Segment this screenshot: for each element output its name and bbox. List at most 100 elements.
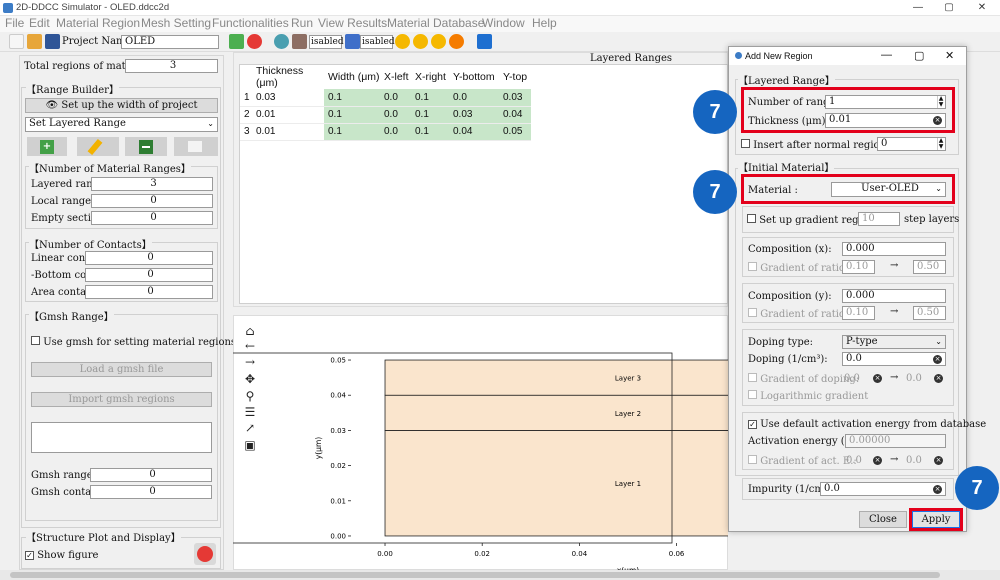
show-figure-row[interactable]: ✓ Show figure [25, 550, 98, 561]
menu-mesh-setting[interactable]: Mesh Setting [141, 16, 211, 31]
cell-y-bottom[interactable]: 0.03 [449, 106, 499, 124]
gradient-doping-to[interactable]: 0.0 [906, 373, 922, 384]
gradient-x-from[interactable]: 0.10 [842, 260, 875, 274]
cell-thickness[interactable]: 0.01 [252, 106, 324, 124]
cell-x-right[interactable]: 0.1 [411, 89, 449, 107]
gradient-x-checkbox[interactable] [748, 262, 757, 271]
add-range-button[interactable]: + [27, 137, 67, 156]
dialog-close-icon[interactable]: ✕ [945, 49, 954, 62]
table-row[interactable]: 3 0.01 0.1 0.0 0.1 0.04 0.05 [240, 123, 531, 141]
gmsh-list[interactable] [31, 422, 212, 453]
menu-run[interactable]: Run [291, 16, 313, 31]
gradient-doping-checkbox[interactable] [748, 373, 757, 382]
save-icon[interactable] [45, 34, 60, 49]
default-activation-checkbox[interactable]: ✓ [748, 420, 757, 429]
cell-x-left[interactable]: 0.0 [380, 89, 411, 107]
edit-range-button[interactable] [77, 137, 119, 156]
cell-width[interactable]: 0.1 [324, 106, 380, 124]
header-y-top[interactable]: Y-top [499, 65, 531, 89]
gradient-act-checkbox[interactable] [748, 455, 757, 464]
menu-view-results[interactable]: View Results [318, 16, 387, 31]
play-icon[interactable] [395, 34, 410, 49]
doping-input[interactable]: 0.0 × [842, 352, 946, 366]
cell-x-right[interactable]: 0.1 [411, 123, 449, 141]
setup-width-button[interactable]: 👁 Set up the width of project [25, 98, 218, 113]
header-thickness[interactable]: Thickness (μm) [252, 65, 324, 89]
minimize-icon[interactable]: — [908, 1, 928, 15]
cell-y-bottom[interactable]: 0.04 [449, 123, 499, 141]
load-gmsh-button[interactable]: Load a gmsh file [31, 362, 212, 377]
columns-icon[interactable] [292, 34, 307, 49]
project-name-input[interactable]: OLED [121, 35, 219, 49]
gradient-act-from[interactable]: 0.0 [846, 455, 862, 466]
menu-file[interactable]: File [5, 16, 24, 31]
blank-range-button[interactable] [174, 137, 218, 156]
clear-icon[interactable]: × [933, 355, 942, 364]
gradient-steps-input[interactable]: 10 [858, 212, 900, 226]
cell-x-left[interactable]: 0.0 [380, 123, 411, 141]
doping-type-select[interactable]: P-type ⌄ [842, 335, 946, 349]
gradient-x-to[interactable]: 0.50 [913, 260, 946, 274]
header-x-right[interactable]: X-right [411, 65, 449, 89]
default-activation-row[interactable]: ✓ Use default activation energy from dat… [748, 419, 986, 430]
table-row[interactable]: 1 0.03 0.1 0.0 0.1 0.0 0.03 [240, 89, 531, 107]
reload-icon[interactable] [247, 34, 262, 49]
run-step-icon[interactable] [431, 34, 446, 49]
cell-width[interactable]: 0.1 [324, 123, 380, 141]
menu-window[interactable]: Window [482, 16, 525, 31]
close-window-icon[interactable]: ✕ [972, 1, 992, 15]
gradient-y-from[interactable]: 0.10 [842, 306, 875, 320]
header-x-left[interactable]: X-left [380, 65, 411, 89]
log-gradient-checkbox[interactable] [748, 390, 757, 399]
list-icon[interactable] [345, 34, 360, 49]
gradient-doping-row[interactable]: Gradient of doping: [748, 373, 859, 385]
disabled-field-2[interactable]: isabled [360, 35, 395, 49]
delete-range-button[interactable] [125, 137, 167, 156]
new-file-icon[interactable] [9, 34, 24, 49]
close-button[interactable]: Close [859, 511, 907, 528]
cell-width[interactable]: 0.1 [324, 89, 380, 107]
composition-x-input[interactable]: 0.000 [842, 242, 946, 256]
menu-material-region[interactable]: Material Region [56, 16, 140, 31]
menu-functionalities[interactable]: Functionalities [212, 16, 289, 31]
scrollbar-thumb[interactable] [10, 572, 940, 578]
gradient-act-row[interactable]: Gradient of act. E.: [748, 455, 857, 467]
set-layered-select[interactable]: Set Layered Range ⌄ [25, 117, 218, 132]
cell-y-top[interactable]: 0.04 [499, 106, 531, 124]
cell-y-bottom[interactable]: 0.0 [449, 89, 499, 107]
show-figure-checkbox[interactable]: ✓ [25, 551, 34, 560]
table-row[interactable]: 2 0.01 0.1 0.0 0.1 0.03 0.04 [240, 106, 531, 124]
impurity-input[interactable]: 0.0 × [820, 482, 946, 496]
dialog-maximize-icon[interactable]: ▢ [914, 49, 924, 62]
bar-chart-icon[interactable] [477, 34, 492, 49]
activation-energy-input[interactable]: 0.00000 [845, 434, 946, 448]
gradient-doping-from[interactable]: 0.0 [844, 373, 860, 384]
cell-y-top[interactable]: 0.05 [499, 123, 531, 141]
cell-thickness[interactable]: 0.03 [252, 89, 324, 107]
menu-material-database[interactable]: Material Database [387, 16, 484, 31]
clear-icon[interactable]: × [873, 374, 882, 383]
cell-x-left[interactable]: 0.0 [380, 106, 411, 124]
use-gmsh-row[interactable]: Use gmsh for setting material regions [31, 336, 236, 348]
maximize-icon[interactable]: ▢ [939, 1, 959, 15]
menu-edit[interactable]: Edit [29, 16, 50, 31]
dialog-minimize-icon[interactable]: — [881, 49, 892, 61]
gradient-x-row[interactable]: Gradient of ratio x: [748, 262, 857, 274]
fast-forward-icon[interactable] [413, 34, 428, 49]
mesh-icon[interactable] [274, 34, 289, 49]
clear-icon[interactable]: × [873, 456, 882, 465]
gradient-y-checkbox[interactable] [748, 308, 757, 317]
use-gmsh-checkbox[interactable] [31, 336, 40, 345]
menu-help[interactable]: Help [532, 16, 557, 31]
refresh-figure-button[interactable] [194, 543, 216, 565]
stop-icon[interactable] [449, 34, 464, 49]
open-folder-icon[interactable] [27, 34, 42, 49]
disabled-field-1[interactable]: isabled [309, 35, 344, 49]
clear-icon[interactable]: × [934, 374, 943, 383]
insert-after-checkbox[interactable] [741, 139, 750, 148]
gradient-act-to[interactable]: 0.0 [906, 455, 922, 466]
clear-icon[interactable]: × [934, 456, 943, 465]
refresh-mesh-icon[interactable] [229, 34, 244, 49]
log-gradient-row[interactable]: Logarithmic gradient [748, 390, 868, 402]
gradient-y-to[interactable]: 0.50 [913, 306, 946, 320]
